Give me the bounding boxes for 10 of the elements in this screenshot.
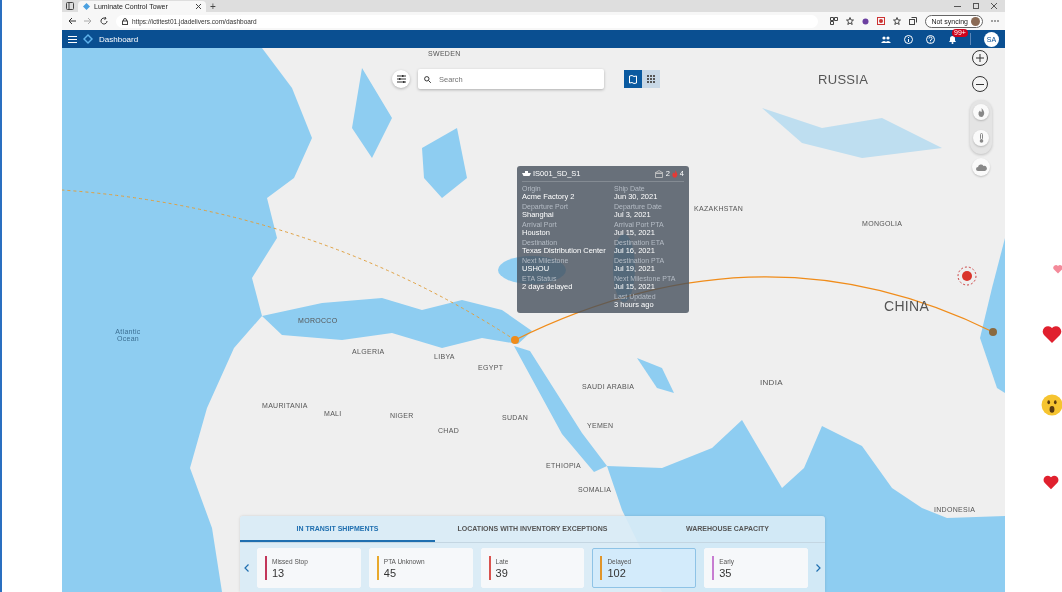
map-label: RUSSIA [818, 72, 869, 87]
map-label: INDIA [760, 378, 783, 387]
page-title: Dashboard [99, 34, 139, 44]
status-count: 35 [719, 566, 733, 579]
status-count: 102 [607, 566, 627, 579]
new-tab-button[interactable]: + [210, 1, 216, 12]
status-count: 13 [272, 566, 286, 579]
map-label: CHINA [884, 298, 930, 314]
status-count: 45 [383, 566, 398, 579]
status-count: 39 [495, 566, 509, 579]
